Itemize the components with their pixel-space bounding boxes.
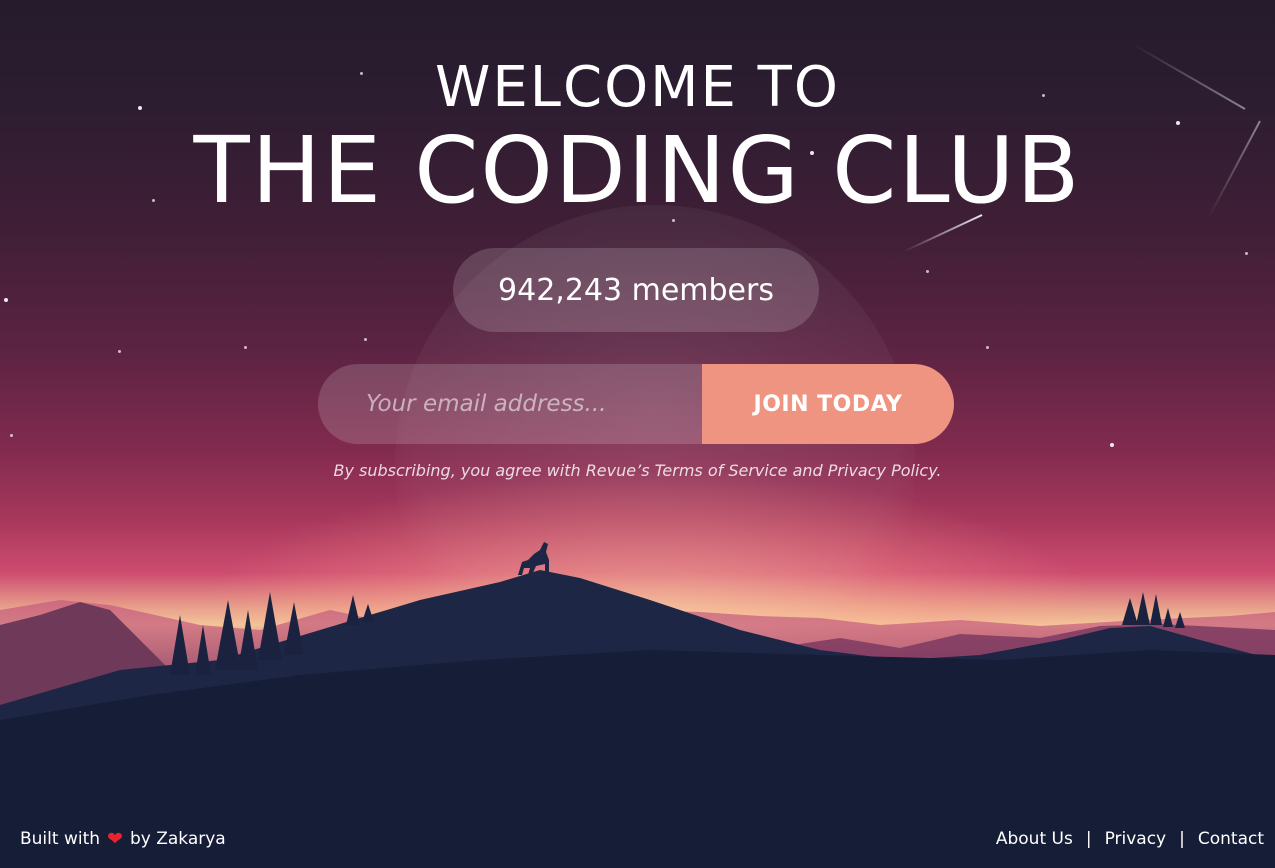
club-title: THE CODING CLUB [193,117,1082,224]
star [10,434,13,437]
welcome-heading: WELCOME TO [435,55,840,120]
join-today-button[interactable]: JOIN TODAY [702,364,954,444]
email-input[interactable] [318,364,702,444]
footer-nav: About Us | Privacy | Contact [996,829,1264,849]
built-with-text: Built with [20,829,101,849]
members-count-badge: 942,243 members [453,248,819,332]
wolf-icon [518,542,549,575]
signup-form: JOIN TODAY [318,364,954,444]
star [986,346,989,349]
privacy-link[interactable]: Privacy [1105,829,1167,849]
star [1245,252,1248,255]
star [244,346,247,349]
footer-credit: Built with ❤ by Zakarya [20,829,226,849]
privacy-policy-link[interactable]: Privacy Policy [828,461,937,480]
contact-link[interactable]: Contact [1198,829,1264,849]
heart-icon: ❤ [107,827,123,850]
mountain-landscape [0,542,1275,868]
footer-separator: | [1085,829,1092,849]
terms-suffix: . [936,461,942,480]
about-us-link[interactable]: About Us [996,829,1073,849]
terms-of-service-link[interactable]: Terms of Service [655,461,788,480]
terms-prefix: By subscribing, you agree with Revue’s [333,461,655,480]
terms-middle: and [787,461,828,480]
terms-notice: By subscribing, you agree with Revue’s T… [0,461,1275,480]
star [364,338,367,341]
star [1110,443,1114,447]
footer-separator: | [1179,829,1185,849]
author-text: by Zakarya [129,829,226,849]
star [926,270,929,273]
star [4,298,8,302]
star [118,350,121,353]
